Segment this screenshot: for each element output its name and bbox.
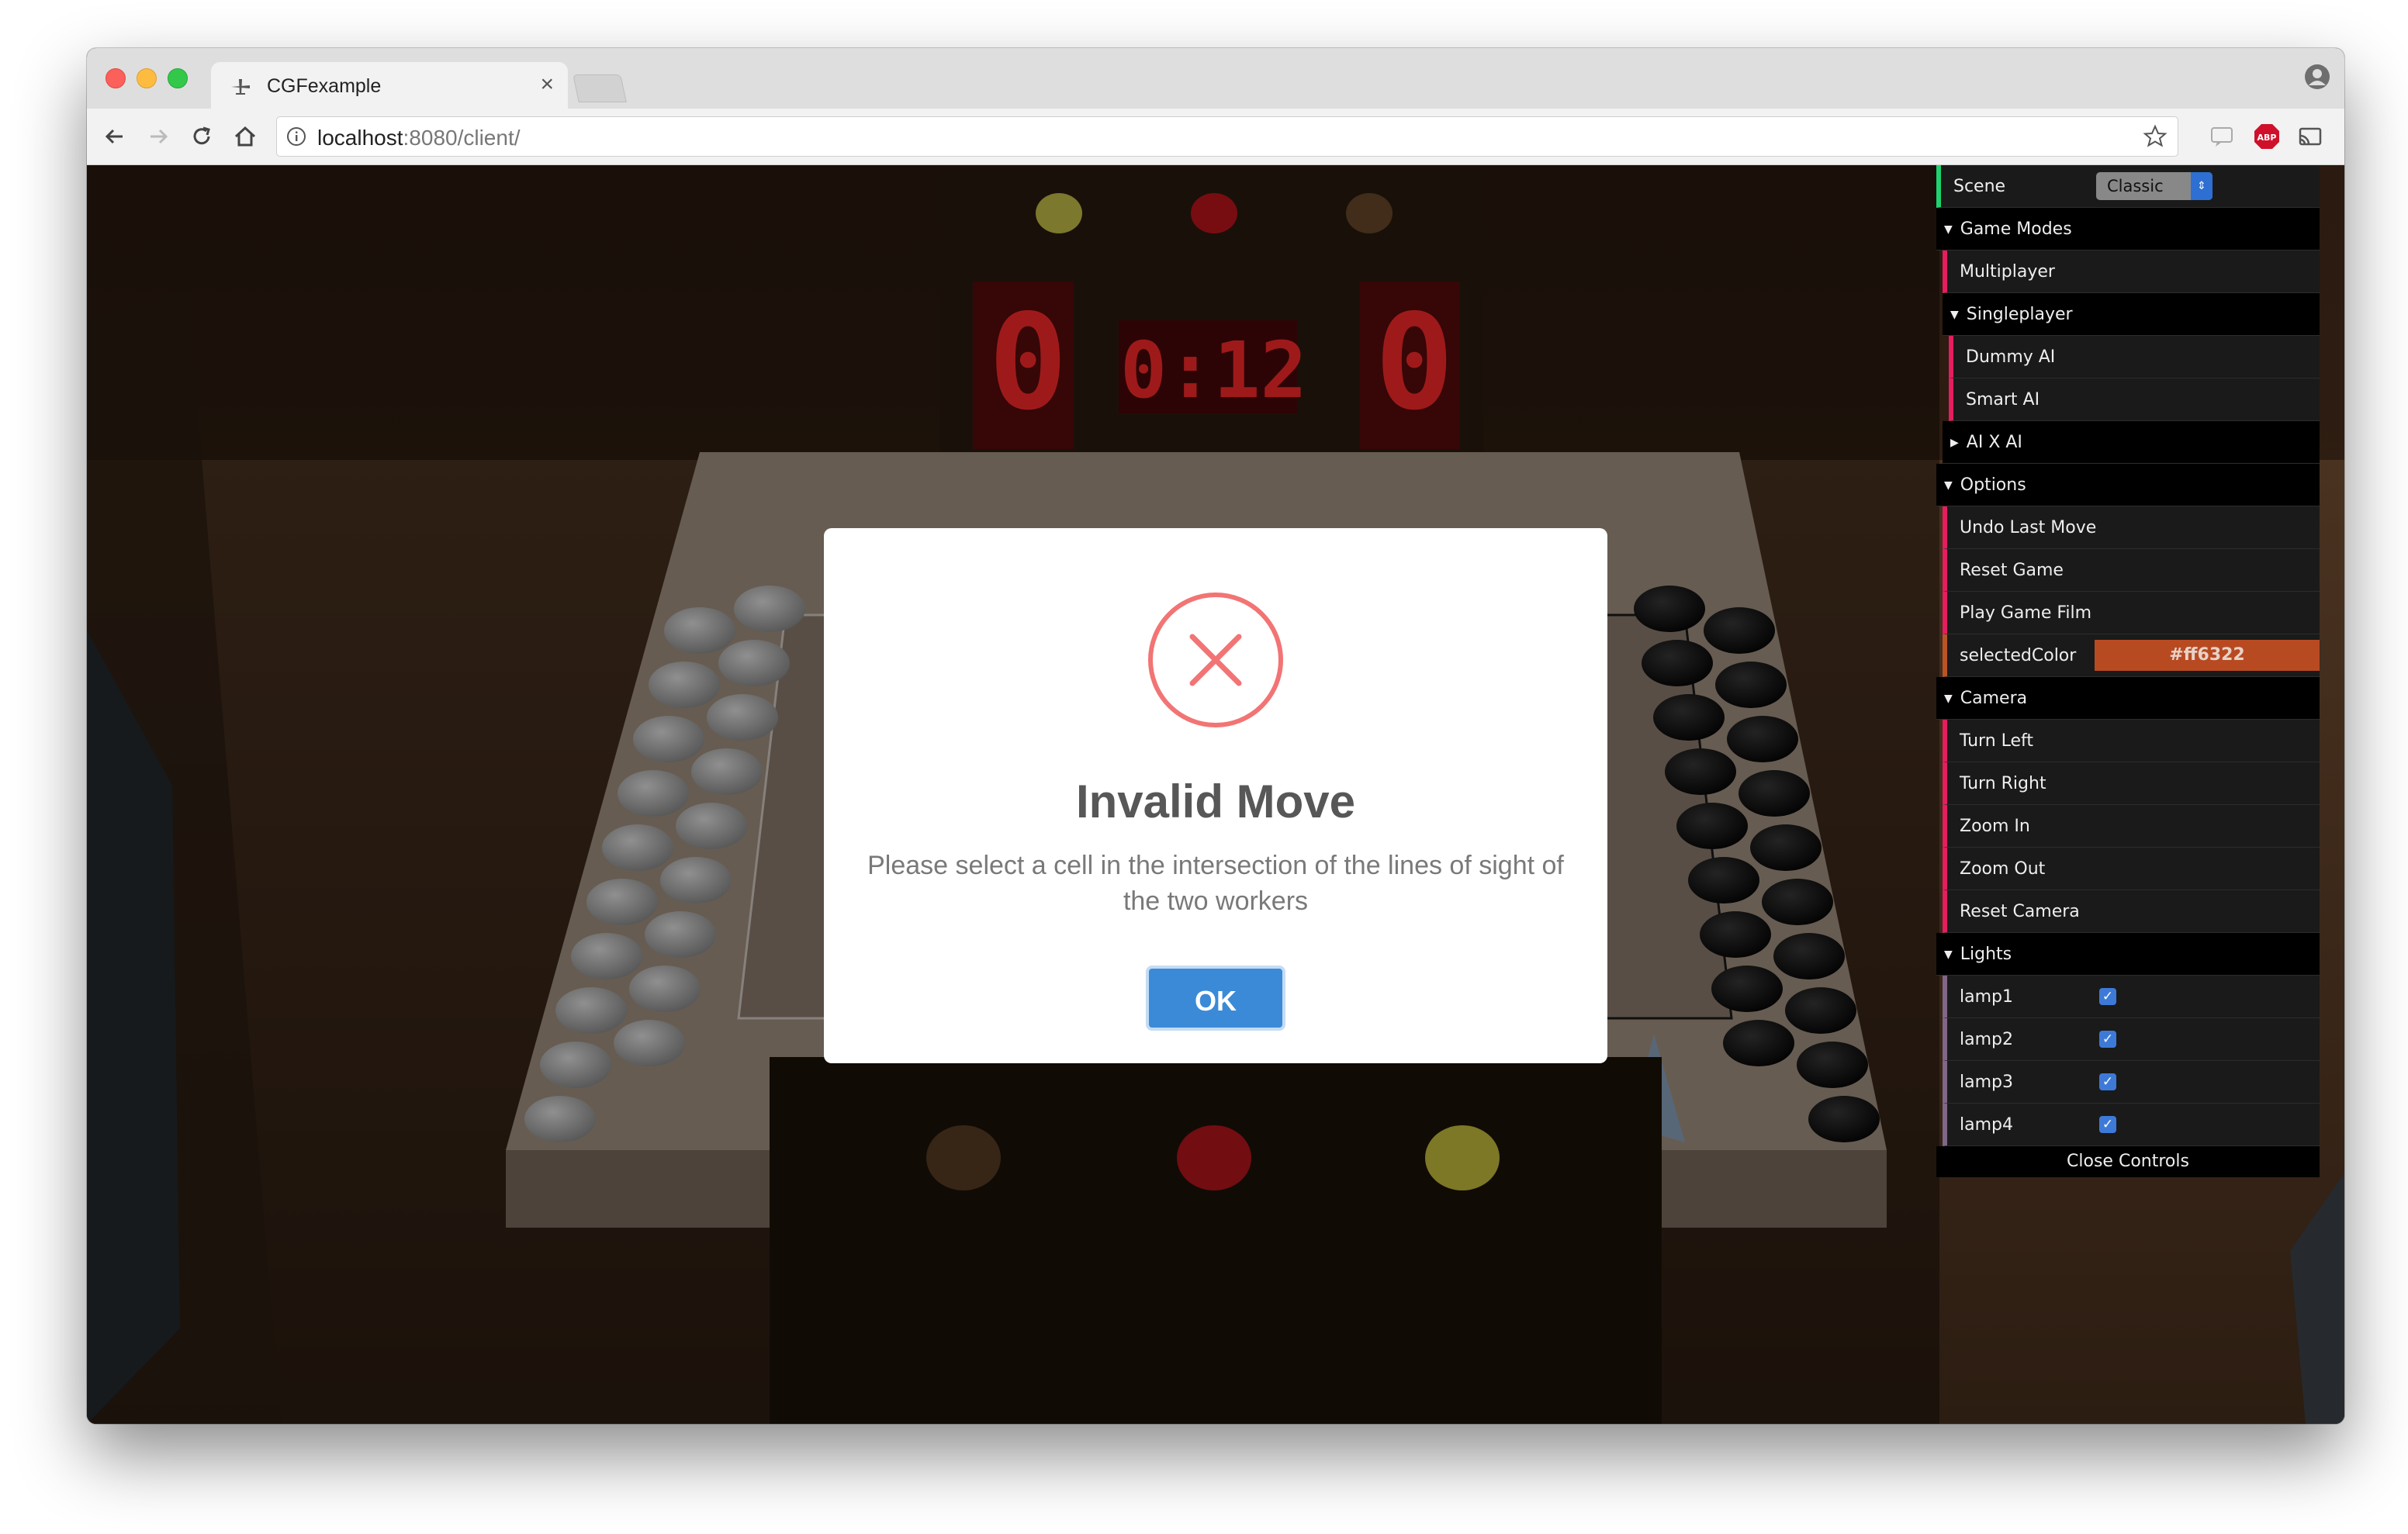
- browser-window: CGFexample × localhost:8080/client/ ABP …: [87, 48, 2344, 1424]
- tab-bar: CGFexample ×: [87, 48, 2344, 110]
- close-window-button[interactable]: [106, 68, 126, 88]
- airplane-icon: [231, 79, 250, 95]
- minimize-window-button[interactable]: [137, 68, 157, 88]
- lamp1-row: lamp1 ✓: [1943, 976, 2320, 1018]
- zoom-out-button[interactable]: Zoom Out: [1943, 848, 2320, 890]
- triangle-down-icon: ▼: [1944, 692, 1953, 705]
- triangle-down-icon: ▼: [1944, 223, 1953, 236]
- tab-close-icon[interactable]: ×: [540, 71, 554, 98]
- lamp2-checkbox[interactable]: ✓: [2099, 1031, 2116, 1048]
- tab-title: CGFexample: [267, 75, 382, 97]
- triangle-down-icon: ▼: [1944, 479, 1953, 492]
- folder-game-modes[interactable]: ▼ Game Modes: [1936, 208, 2320, 250]
- reload-icon[interactable]: [186, 121, 217, 152]
- smart-ai-button[interactable]: Smart AI: [1949, 378, 2320, 421]
- error-x-icon: [1148, 593, 1283, 727]
- tab-cgfexample[interactable]: CGFexample ×: [211, 62, 568, 110]
- forward-arrow-icon[interactable]: [143, 121, 174, 152]
- maximize-window-button[interactable]: [168, 68, 188, 88]
- url-text[interactable]: localhost:8080/client/: [317, 126, 521, 150]
- lamp4-row: lamp4 ✓: [1943, 1104, 2320, 1146]
- reset-game-button[interactable]: Reset Game: [1943, 549, 2320, 592]
- scene-label: Scene: [1953, 177, 2006, 196]
- close-controls-button[interactable]: Close Controls: [1936, 1146, 2320, 1177]
- triangle-right-icon: ▶: [1950, 436, 1959, 449]
- invalid-move-dialog: Invalid Move Please select a cell in the…: [824, 528, 1607, 1063]
- folder-options[interactable]: ▼ Options: [1936, 464, 2320, 506]
- folder-singleplayer[interactable]: ▼ Singleplayer: [1943, 293, 2320, 336]
- multiplayer-button[interactable]: Multiplayer: [1943, 250, 2320, 293]
- svg-text:ABP: ABP: [2258, 133, 2277, 143]
- folder-camera[interactable]: ▼ Camera: [1936, 677, 2320, 720]
- triangle-down-icon: ▼: [1950, 308, 1959, 321]
- menu-kebab-icon[interactable]: [2334, 123, 2344, 150]
- home-icon[interactable]: [230, 121, 261, 152]
- scene-option-row: Scene Classic ⇕: [1936, 165, 2320, 208]
- cast-icon[interactable]: [2296, 123, 2324, 150]
- lamp3-checkbox[interactable]: ✓: [2099, 1073, 2116, 1090]
- dat-gui-controls: Scene Classic ⇕ ▼ Game Modes Multiplayer …: [1936, 165, 2320, 1177]
- folder-lights[interactable]: ▼ Lights: [1936, 933, 2320, 976]
- webgl-viewport[interactable]: 0 0:12 0 Invalid Move Please select a ce…: [87, 165, 2344, 1424]
- dummy-ai-button[interactable]: Dummy AI: [1949, 336, 2320, 378]
- address-bar[interactable]: localhost:8080/client/: [276, 116, 2178, 157]
- selected-color-picker[interactable]: #ff6322: [2095, 640, 2320, 671]
- zoom-in-button[interactable]: Zoom In: [1943, 805, 2320, 848]
- selected-color-label: selectedColor: [1960, 646, 2077, 665]
- dialog-title: Invalid Move: [1075, 776, 1356, 827]
- info-icon[interactable]: [286, 126, 306, 147]
- undo-last-move-button[interactable]: Undo Last Move: [1943, 506, 2320, 549]
- lamp1-checkbox[interactable]: ✓: [2099, 988, 2116, 1005]
- browser-toolbar: localhost:8080/client/ ABP: [87, 109, 2344, 165]
- ok-button[interactable]: OK: [1146, 966, 1285, 1031]
- speech-bubble-icon[interactable]: [2208, 123, 2236, 150]
- dialog-message: Please select a cell in the intersection…: [867, 851, 1564, 916]
- select-arrows-icon[interactable]: ⇕: [2191, 172, 2213, 200]
- folder-ai-x-ai[interactable]: ▶ AI X AI: [1943, 421, 2320, 464]
- lamp2-row: lamp2 ✓: [1943, 1018, 2320, 1061]
- back-arrow-icon[interactable]: [99, 121, 130, 152]
- adblock-icon[interactable]: ABP: [2253, 123, 2281, 150]
- turn-right-button[interactable]: Turn Right: [1943, 762, 2320, 805]
- lamp3-row: lamp3 ✓: [1943, 1061, 2320, 1104]
- selected-color-row: selectedColor #ff6322: [1943, 634, 2320, 677]
- profile-icon[interactable]: [2304, 64, 2330, 90]
- play-game-film-button[interactable]: Play Game Film: [1943, 592, 2320, 634]
- scene-select[interactable]: Classic ⇕: [2096, 172, 2213, 200]
- bookmark-star-icon[interactable]: [2142, 123, 2168, 150]
- lamp4-checkbox[interactable]: ✓: [2099, 1116, 2116, 1133]
- reset-camera-button[interactable]: Reset Camera: [1943, 890, 2320, 933]
- new-tab-button[interactable]: [573, 74, 627, 102]
- triangle-down-icon: ▼: [1944, 948, 1953, 961]
- turn-left-button[interactable]: Turn Left: [1943, 720, 2320, 762]
